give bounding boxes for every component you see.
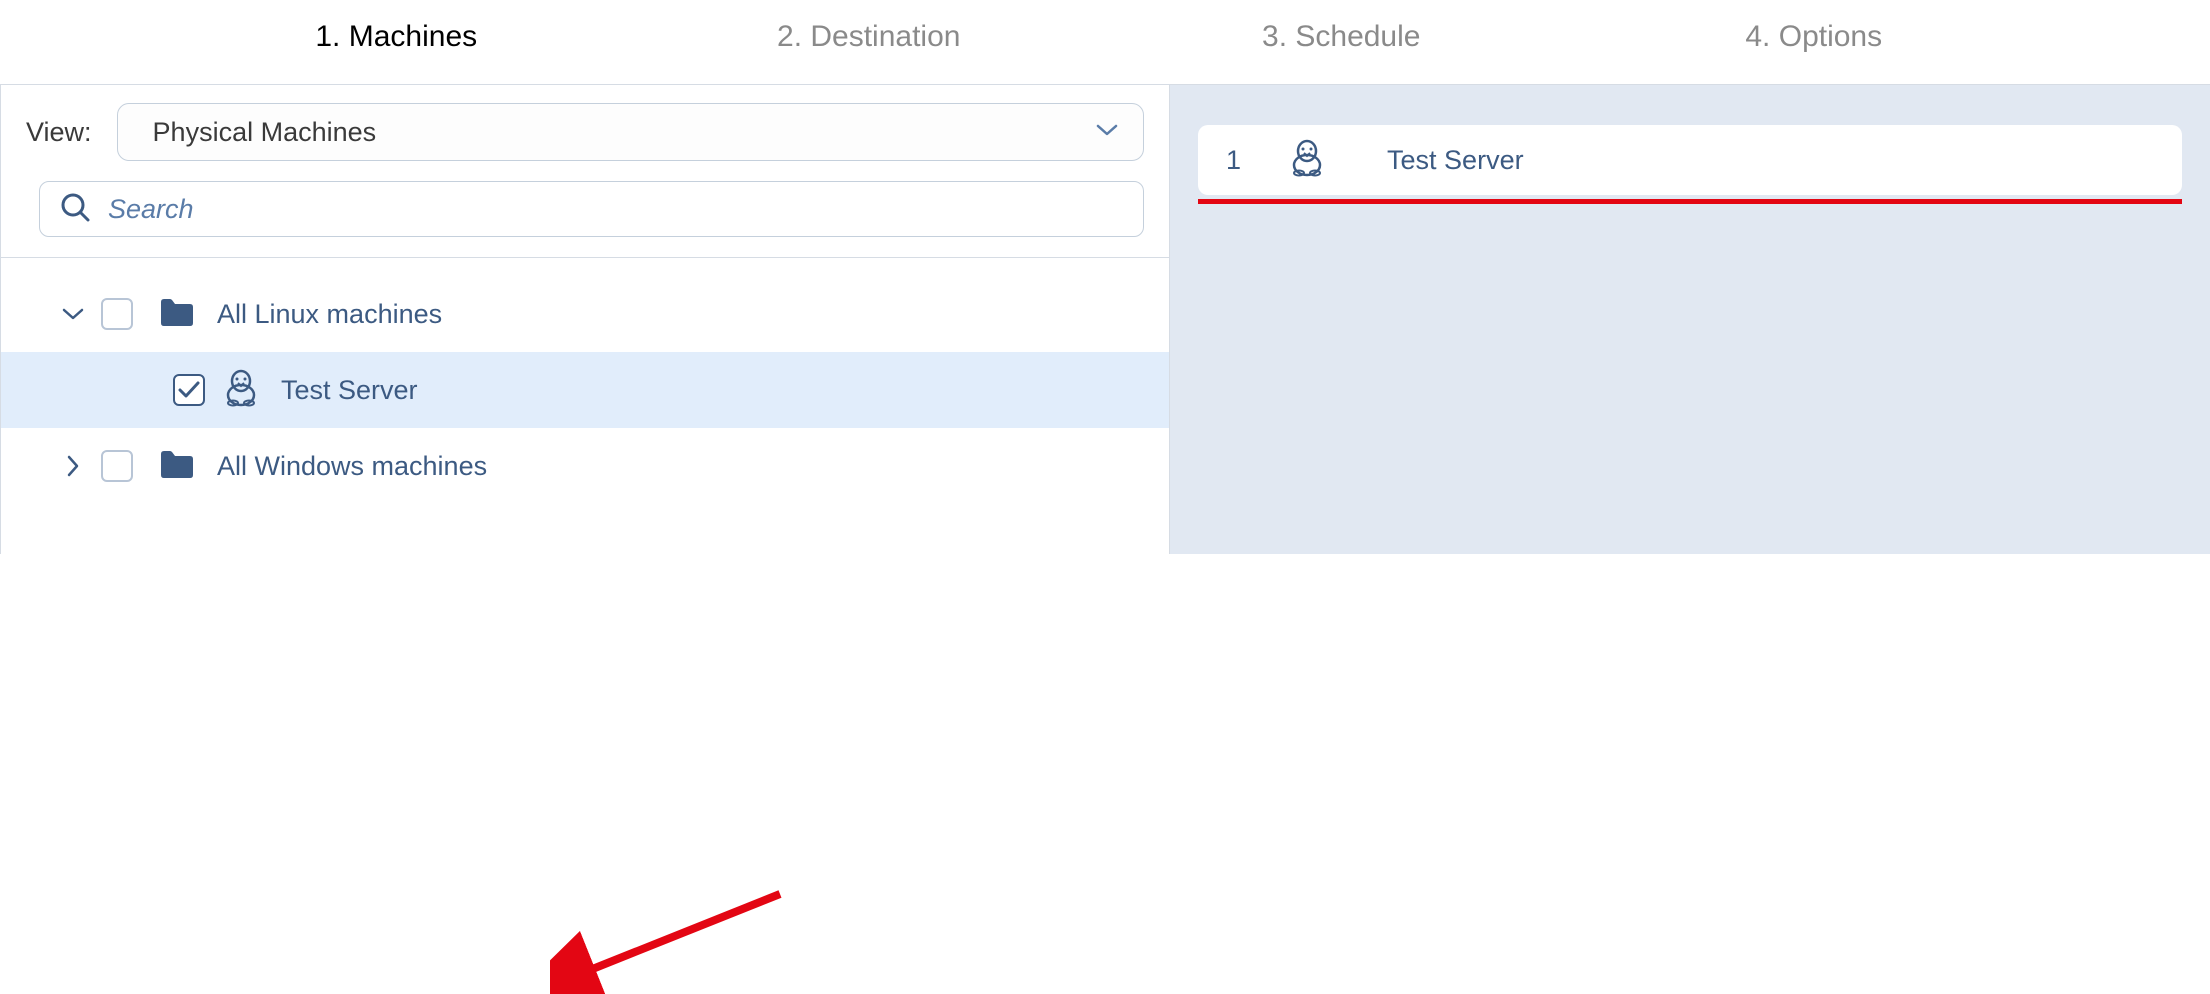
wizard-steps: 1. Machines 2. Destination 3. Schedule 4…: [0, 0, 2210, 84]
view-label: View:: [26, 117, 92, 148]
selected-panel: 1 Test Server: [1170, 85, 2210, 554]
view-dropdown[interactable]: Physical Machines: [117, 103, 1144, 161]
folder-icon: [147, 449, 195, 484]
tree-item-linux-group[interactable]: All Linux machines: [1, 276, 1169, 352]
selected-item-card[interactable]: 1 Test Server: [1198, 125, 2182, 195]
search-box[interactable]: [39, 181, 1144, 237]
machine-tree: All Linux machines: [1, 258, 1169, 504]
checkbox-checked[interactable]: [173, 374, 205, 406]
step-options[interactable]: 4. Options: [1578, 20, 2051, 54]
tree-item-windows-group[interactable]: All Windows machines: [1, 428, 1169, 504]
tree-item-test-server[interactable]: Test Server: [1, 352, 1169, 428]
tree-item-label: Test Server: [281, 375, 418, 406]
chevron-right-icon[interactable]: [59, 452, 87, 480]
annotation-underline: [1198, 199, 2182, 204]
penguin-icon: [1285, 139, 1325, 182]
step-schedule[interactable]: 3. Schedule: [1105, 20, 1578, 54]
search-input[interactable]: [108, 194, 1123, 225]
tree-item-label: All Windows machines: [217, 451, 487, 482]
checkbox[interactable]: [101, 450, 133, 482]
search-icon: [60, 192, 90, 227]
selected-item-label: Test Server: [1387, 145, 1524, 176]
left-panel: View: Physical Machines: [0, 85, 1170, 554]
view-selected-value: Physical Machines: [153, 117, 377, 148]
main-area: View: Physical Machines: [0, 84, 2210, 554]
chevron-down-icon[interactable]: [59, 300, 87, 328]
chevron-down-icon: [1096, 123, 1118, 142]
penguin-icon: [219, 369, 259, 412]
tree-item-label: All Linux machines: [217, 299, 442, 330]
selected-item-index: 1: [1226, 145, 1241, 176]
step-destination[interactable]: 2. Destination: [633, 20, 1106, 54]
annotation-arrow-icon: [550, 884, 790, 994]
search-row: [1, 171, 1169, 257]
folder-icon: [147, 297, 195, 332]
checkbox[interactable]: [101, 298, 133, 330]
view-row: View: Physical Machines: [1, 85, 1169, 171]
step-machines[interactable]: 1. Machines: [160, 20, 633, 54]
